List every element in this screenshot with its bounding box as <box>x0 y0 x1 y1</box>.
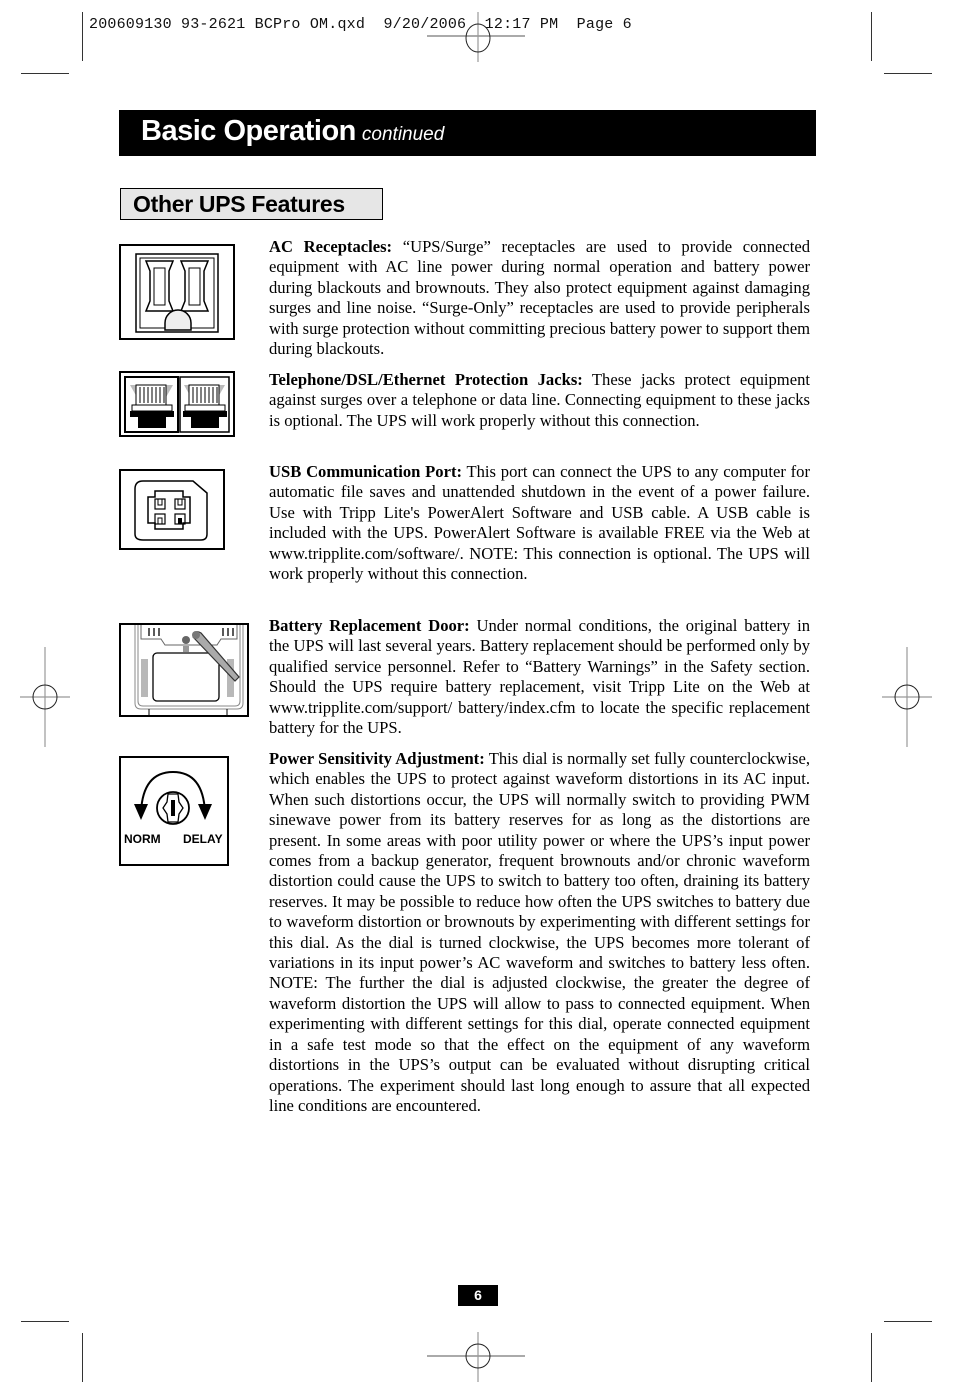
crop-mark <box>871 12 872 61</box>
feature-heading: Power Sensitivity Adjustment: <box>269 749 485 768</box>
crop-mark <box>871 1333 872 1382</box>
dial-label-norm: NORM <box>124 832 161 846</box>
feature-body: This dial is normally set fully counterc… <box>269 749 810 1115</box>
feature-heading: Telephone/DSL/Ethernet Protection Jacks: <box>269 370 583 389</box>
section-title: Other UPS Features <box>133 191 345 217</box>
crop-mark <box>82 1333 83 1382</box>
page-number: 6 <box>458 1285 498 1306</box>
feature-heading: Battery Replacement Door: <box>269 616 470 635</box>
page-title-continued: continued <box>361 124 445 145</box>
jack-left <box>130 384 174 428</box>
printer-slug-line: 200609130 93-2621 BCPro OM.qxd 9/20/2006… <box>89 16 632 33</box>
feature-ac-receptacles: AC Receptacles: “UPS/Surge” receptacles … <box>269 237 810 359</box>
registration-mark-icon <box>882 647 932 747</box>
feature-usb-port: USB Communication Port: This port can co… <box>269 462 810 584</box>
crop-mark <box>21 1321 69 1322</box>
page-title-text: Basic Operation <box>141 115 356 147</box>
crop-mark <box>884 73 932 74</box>
jack-right <box>183 384 227 428</box>
registration-mark-icon <box>427 1332 525 1382</box>
crop-mark <box>884 1321 932 1322</box>
sensitivity-dial-icon: NORM DELAY <box>119 756 229 866</box>
feature-heading: AC Receptacles: <box>269 237 393 256</box>
ac-receptacle-icon <box>119 244 235 340</box>
crop-mark <box>21 73 69 74</box>
feature-heading: USB Communication Port: <box>269 462 463 481</box>
crop-mark <box>82 12 83 61</box>
usb-port-icon <box>119 469 225 550</box>
battery-door-icon <box>119 623 249 717</box>
rj45-jacks-icon <box>119 371 235 437</box>
registration-mark-icon <box>427 12 525 62</box>
page-header-bar: Basic Operation continued <box>119 110 816 156</box>
feature-power-sensitivity: Power Sensitivity Adjustment: This dial … <box>269 749 810 1116</box>
page-title: Basic Operation continued <box>141 115 444 148</box>
dial-label-delay: DELAY <box>183 832 223 846</box>
feature-telephone-jacks: Telephone/DSL/Ethernet Protection Jacks:… <box>269 370 810 431</box>
registration-mark-icon <box>20 647 70 747</box>
section-heading-box: Other UPS Features <box>120 188 383 220</box>
feature-battery-door: Battery Replacement Door: Under normal c… <box>269 616 810 738</box>
